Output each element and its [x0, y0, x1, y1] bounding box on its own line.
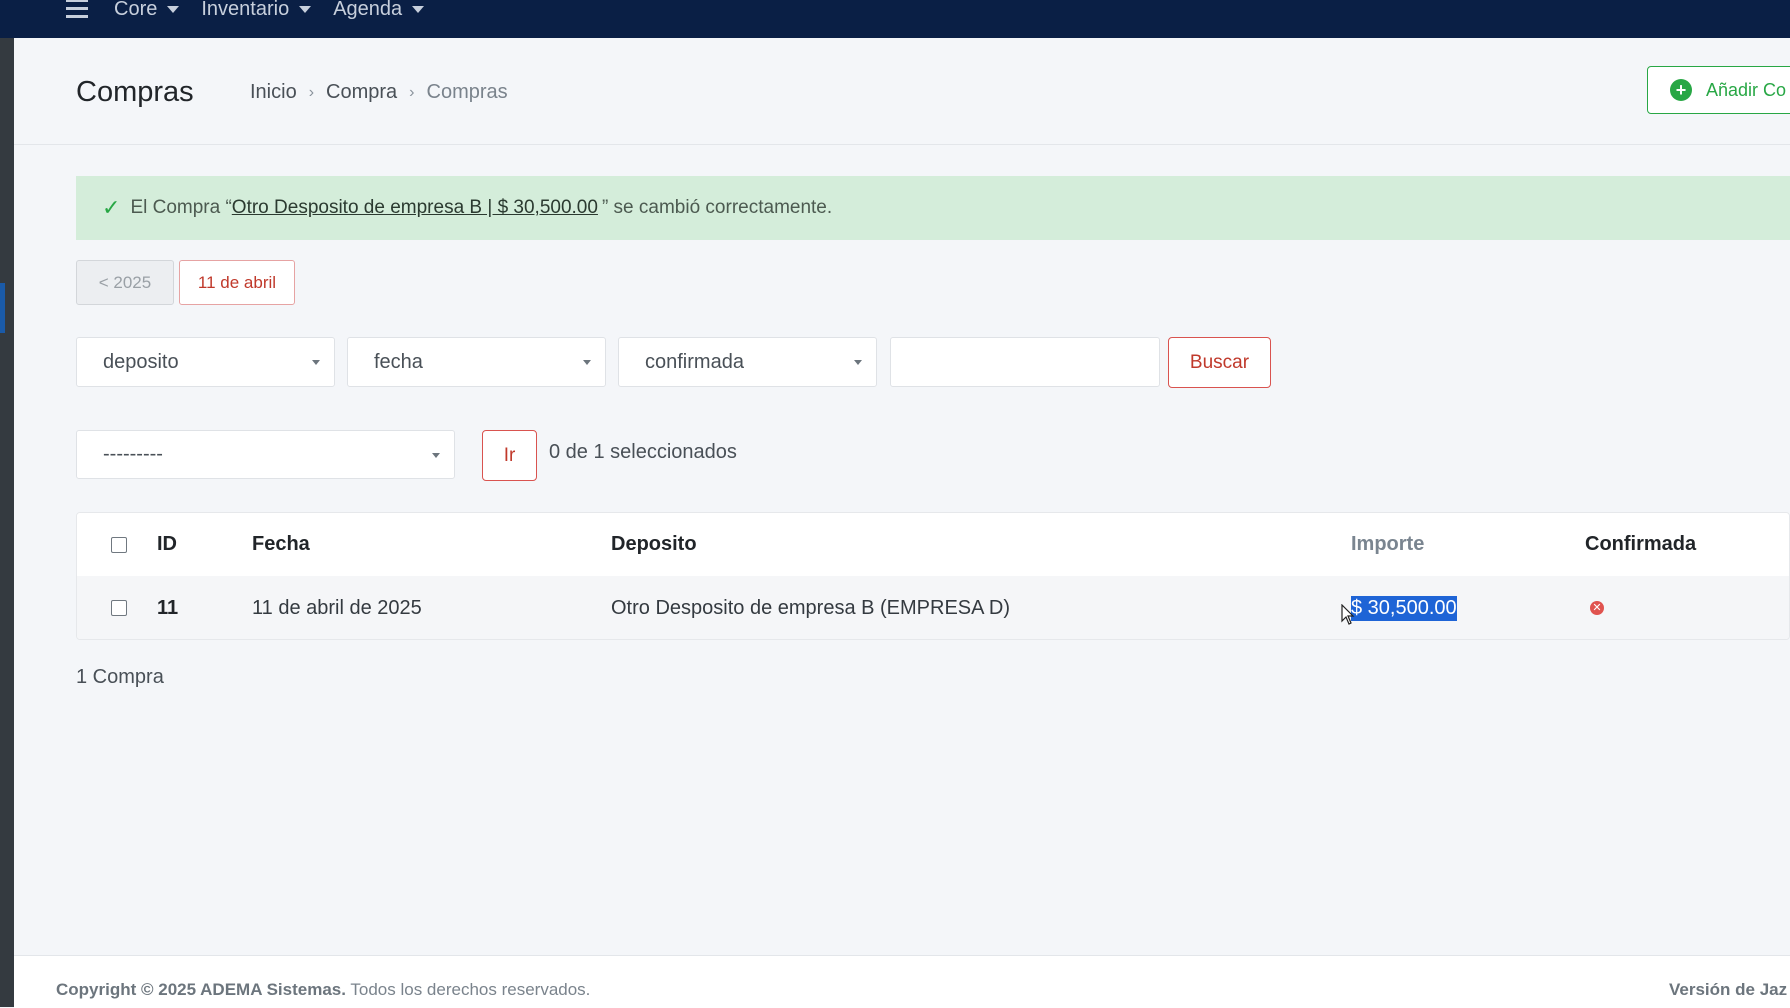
- column-header-deposito[interactable]: Deposito: [611, 513, 697, 576]
- bulk-action-value: ---------: [103, 443, 163, 465]
- row-importe-value: $ 30,500.00: [1351, 595, 1457, 621]
- alert-compra-link[interactable]: Otro Desposito de empresa B | $ 30,500.0…: [232, 197, 598, 219]
- page-title: Compras: [76, 76, 194, 108]
- row-select-checkbox[interactable]: [111, 600, 127, 616]
- breadcrumb-separator-icon: ›: [308, 83, 315, 101]
- sidebar-strip: [0, 0, 14, 1007]
- fecha-filter-value: fecha: [374, 350, 423, 373]
- confirmada-filter-select[interactable]: confirmada: [618, 337, 877, 387]
- result-count: 1 Compra: [76, 666, 164, 688]
- row-importe: $ 30,500.00: [1351, 576, 1457, 639]
- chevron-down-icon: [299, 5, 312, 13]
- row-id[interactable]: 11: [157, 576, 178, 639]
- column-header-fecha[interactable]: Fecha: [252, 513, 310, 576]
- nav-menu-agenda[interactable]: Agenda: [333, 0, 425, 21]
- dropdown-caret-icon: [583, 360, 591, 365]
- page-footer: Copyright © 2025 ADEMA Sistemas. Todos l…: [14, 955, 1790, 1008]
- date-current-day-button[interactable]: 11 de abril: [179, 260, 295, 305]
- fecha-filter-select[interactable]: fecha: [347, 337, 606, 387]
- add-compra-button-label: Añadir Co: [1706, 79, 1787, 100]
- deposito-filter-value: deposito: [103, 350, 179, 373]
- select-all-checkbox[interactable]: [111, 536, 127, 553]
- mouse-pointer-icon: [1341, 604, 1355, 625]
- top-navbar: Core Inventario Agenda: [0, 0, 1790, 38]
- table-row[interactable]: 11 11 de abril de 2025 Otro Desposito de…: [77, 576, 1789, 639]
- column-header-id[interactable]: ID: [157, 513, 177, 576]
- nav-menu-agenda-label: Agenda: [333, 0, 403, 20]
- search-input[interactable]: [890, 337, 1160, 387]
- footer-version: Versión de Jaz: [1669, 980, 1787, 1000]
- breadcrumb: Inicio › Compra › Compras: [250, 81, 508, 104]
- dropdown-caret-icon: [432, 453, 440, 458]
- breadcrumb-separator-icon: ›: [409, 83, 415, 101]
- row-fecha: 11 de abril de 2025: [252, 596, 422, 619]
- dropdown-caret-icon: [312, 360, 320, 365]
- nav-menu-core[interactable]: Core: [114, 0, 180, 21]
- deposito-filter-select[interactable]: deposito: [76, 337, 335, 387]
- results-table: ID Fecha Deposito Importe Confirmada 11 …: [76, 512, 1790, 640]
- confirmada-filter-value: confirmada: [645, 350, 744, 373]
- breadcrumb-inicio[interactable]: Inicio: [250, 81, 297, 104]
- nav-menu-inventario-label: Inventario: [201, 0, 290, 20]
- table-header-row: ID Fecha Deposito Importe Confirmada: [77, 513, 1789, 577]
- chevron-down-icon: [412, 5, 425, 13]
- breadcrumb-current: Compras: [426, 81, 508, 103]
- dropdown-caret-icon: [854, 360, 862, 365]
- alert-suffix: ” se cambió correctamente.: [601, 197, 833, 218]
- plus-circle-icon: +: [1670, 79, 1692, 101]
- alert-prefix: El Compra “: [130, 197, 232, 218]
- footer-copyright-rest: Todos los derechos reservados.: [345, 980, 591, 999]
- date-prev-year-button[interactable]: < 2025: [76, 260, 174, 305]
- sidebar-active-marker: [0, 283, 5, 333]
- footer-version-label: Versión de Jaz: [1669, 980, 1788, 999]
- checkmark-icon: ✓: [102, 195, 121, 220]
- content-header: Compras Inicio › Compra › Compras: [14, 38, 1790, 145]
- add-compra-button[interactable]: + Añadir Co: [1647, 66, 1790, 114]
- selected-count: 0 de 1 seleccionados: [549, 441, 737, 463]
- nav-menu-core-label: Core: [114, 0, 158, 20]
- search-button[interactable]: Buscar: [1168, 337, 1271, 388]
- column-header-confirmada[interactable]: Confirmada: [1585, 513, 1696, 576]
- x-circle-icon: ✕: [1590, 601, 1604, 615]
- footer-copyright-bold: Copyright © 2025 ADEMA Sistemas.: [56, 980, 346, 999]
- go-button[interactable]: Ir: [482, 430, 537, 481]
- footer-copyright: Copyright © 2025 ADEMA Sistemas. Todos l…: [56, 980, 590, 1000]
- chevron-down-icon: [167, 5, 180, 13]
- hamburger-menu-icon[interactable]: [66, 0, 88, 19]
- success-alert: ✓ El Compra “Otro Desposito de empresa B…: [76, 176, 1790, 240]
- row-deposito: Otro Desposito de empresa B (EMPRESA D): [611, 596, 1011, 619]
- column-header-importe[interactable]: Importe: [1351, 513, 1424, 576]
- breadcrumb-compra[interactable]: Compra: [326, 81, 397, 104]
- bulk-action-select[interactable]: ---------: [76, 430, 455, 479]
- row-confirmada: ✕: [1590, 576, 1604, 639]
- nav-menu-inventario[interactable]: Inventario: [201, 0, 312, 21]
